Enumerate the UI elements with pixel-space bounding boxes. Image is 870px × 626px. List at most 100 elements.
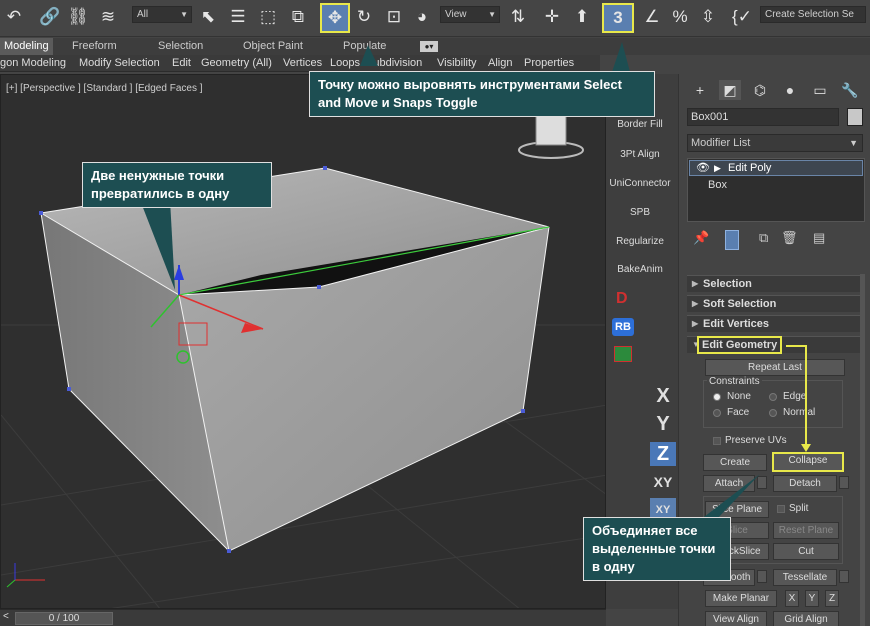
ribbon-options-icon[interactable]: ●▾ bbox=[420, 41, 438, 52]
snaps-toggle-icon[interactable]: 3 bbox=[602, 3, 634, 33]
spb-button[interactable]: SPB bbox=[606, 207, 674, 218]
eye-icon[interactable]: 👁 bbox=[696, 161, 710, 175]
modifier-list-dropdown[interactable]: Modifier List ▼ bbox=[687, 134, 863, 152]
reference-coord-dropdown[interactable]: View ▼ bbox=[440, 6, 500, 23]
constraint-normal-radio[interactable] bbox=[769, 409, 777, 417]
grid-align-button[interactable]: Grid Align bbox=[773, 611, 839, 626]
stack-item-edit-poly[interactable]: 👁 ▶ Edit Poly bbox=[689, 160, 863, 176]
select-icon[interactable]: ⬉ bbox=[196, 5, 220, 29]
tessellate-button[interactable]: Tessellate bbox=[773, 569, 837, 586]
link-icon[interactable]: 🔗 bbox=[38, 5, 62, 29]
panel-modify-selection[interactable]: Modify Selection bbox=[79, 57, 160, 69]
display-tab-icon[interactable]: ▭ bbox=[809, 80, 831, 100]
view-align-button[interactable]: View Align bbox=[705, 611, 767, 626]
repeat-last-button[interactable]: Repeat Last bbox=[705, 359, 845, 376]
axis-y-button[interactable]: Y bbox=[650, 412, 676, 436]
panel-align[interactable]: Align bbox=[488, 57, 512, 69]
rollout-selection[interactable]: ▶ Selection bbox=[687, 275, 865, 292]
viewport-label[interactable]: [+] [Perspective ] [Standard ] [Edged Fa… bbox=[6, 83, 203, 94]
time-slider[interactable]: 0 / 100 bbox=[15, 612, 113, 625]
bind-spacewarp-icon[interactable]: ≋ bbox=[96, 5, 120, 29]
rotate-icon[interactable]: ↻ bbox=[352, 5, 376, 29]
reset-plane-button[interactable]: Reset Plane bbox=[773, 522, 839, 539]
panel-polygon-modeling[interactable]: gon Modeling bbox=[0, 57, 66, 69]
pin-stack-icon[interactable]: 📌 bbox=[693, 230, 709, 246]
placement-icon[interactable]: ◕ bbox=[410, 5, 434, 29]
panel-edit[interactable]: Edit bbox=[172, 57, 191, 69]
split-checkbox[interactable] bbox=[777, 505, 785, 513]
create-tab-icon[interactable]: + bbox=[689, 80, 711, 100]
bakeanim-button[interactable]: BakeAnim bbox=[606, 264, 674, 275]
undo-icon[interactable]: ↶ bbox=[2, 5, 26, 29]
axis-xy-button[interactable]: XY bbox=[650, 470, 676, 494]
slice-plane-button[interactable]: Slice Plane bbox=[705, 501, 769, 518]
unlink-icon[interactable]: ⛓ bbox=[66, 5, 90, 29]
viewcube-icon[interactable] bbox=[518, 114, 584, 159]
attach-settings-icon[interactable] bbox=[757, 476, 767, 489]
axis-x-button[interactable]: X bbox=[650, 384, 676, 408]
constraint-edge-radio[interactable] bbox=[769, 393, 777, 401]
window-crossing-icon[interactable]: ⧉ bbox=[286, 5, 310, 29]
tab-modeling[interactable]: Modeling bbox=[0, 38, 53, 55]
constraint-none-radio[interactable] bbox=[713, 393, 721, 401]
named-selection-set-dropdown[interactable]: Create Selection Se bbox=[760, 6, 866, 23]
tab-object-paint[interactable]: Object Paint bbox=[243, 40, 303, 52]
remove-modifier-icon[interactable]: 🗑 bbox=[781, 230, 798, 246]
angle-snap-icon[interactable]: ∠ bbox=[640, 5, 664, 29]
panel-subdivision[interactable]: Subdivision bbox=[366, 57, 422, 69]
rollout-edit-vertices[interactable]: ▶ Edit Vertices bbox=[687, 315, 865, 332]
rect-selection-icon[interactable]: ⬚ bbox=[256, 5, 280, 29]
rollout-soft-selection[interactable]: ▶ Soft Selection bbox=[687, 295, 865, 312]
3pt-align-button[interactable]: 3Pt Align bbox=[606, 149, 674, 160]
detach-settings-icon[interactable] bbox=[839, 476, 849, 489]
constraint-face-radio[interactable] bbox=[713, 409, 721, 417]
utilities-tab-icon[interactable]: 🔧 bbox=[839, 80, 861, 100]
scale-icon[interactable]: ⊡ bbox=[382, 5, 406, 29]
spinner-snap-icon[interactable]: ⇳ bbox=[696, 5, 720, 29]
object-color-swatch[interactable] bbox=[847, 108, 863, 126]
planar-y-button[interactable]: Y bbox=[805, 590, 819, 607]
rollout-edit-geometry[interactable]: ▼ Edit Geometry bbox=[687, 336, 865, 354]
motion-tab-icon[interactable]: ● bbox=[779, 80, 801, 100]
cut-button[interactable]: Cut bbox=[773, 543, 839, 560]
panel-properties[interactable]: Properties bbox=[524, 57, 574, 69]
planar-z-button[interactable]: Z bbox=[825, 590, 839, 607]
modify-tab-icon[interactable]: ◩ bbox=[719, 80, 741, 100]
preserve-uvs-checkbox[interactable] bbox=[713, 437, 721, 445]
axis-z-button[interactable]: Z bbox=[650, 442, 676, 466]
make-planar-button[interactable]: Make Planar bbox=[705, 590, 777, 607]
make-unique-icon[interactable]: ⧉ bbox=[759, 230, 768, 246]
tab-populate[interactable]: Populate bbox=[343, 40, 386, 52]
planar-x-button[interactable]: X bbox=[785, 590, 799, 607]
stack-item-box[interactable]: Box bbox=[708, 179, 727, 191]
tab-selection[interactable]: Selection bbox=[158, 40, 203, 52]
plugin-icon[interactable] bbox=[614, 346, 632, 362]
perspective-viewport[interactable]: [+] [Perspective ] [Standard ] [Edged Fa… bbox=[0, 74, 606, 609]
edit-named-sets-icon[interactable]: {✓ bbox=[730, 5, 754, 29]
timeline-left-icon[interactable]: < bbox=[3, 611, 9, 622]
attach-button[interactable]: Attach bbox=[703, 475, 755, 492]
rb-plugin-icon[interactable]: RB bbox=[612, 318, 634, 336]
create-button[interactable]: Create bbox=[703, 454, 767, 471]
tessellate-settings-icon[interactable] bbox=[839, 570, 849, 583]
select-and-move-icon[interactable]: ✥ bbox=[320, 3, 350, 33]
command-panel-scrollbar[interactable] bbox=[860, 274, 865, 626]
selection-filter-dropdown[interactable]: All ▼ bbox=[132, 6, 192, 23]
panel-geometry-all[interactable]: Geometry (All) bbox=[201, 57, 272, 69]
expand-icon[interactable]: ▶ bbox=[714, 161, 721, 175]
use-pivot-icon[interactable]: ⇅ bbox=[506, 5, 530, 29]
keyboard-shortcut-icon[interactable]: ⬆ bbox=[570, 5, 594, 29]
border-fill-button[interactable]: Border Fill bbox=[606, 119, 674, 130]
select-manipulate-icon[interactable]: ✛ bbox=[540, 5, 564, 29]
panel-visibility[interactable]: Visibility bbox=[437, 57, 477, 69]
hierarchy-tab-icon[interactable]: ⌬ bbox=[749, 80, 771, 100]
percent-snap-icon[interactable]: % bbox=[668, 5, 692, 29]
show-end-result-icon[interactable] bbox=[725, 230, 739, 250]
d-plugin-icon[interactable]: D bbox=[616, 290, 628, 308]
msmooth-settings-icon[interactable] bbox=[757, 570, 767, 583]
configure-sets-icon[interactable]: ▤ bbox=[813, 230, 825, 246]
detach-button[interactable]: Detach bbox=[773, 475, 837, 492]
regularize-button[interactable]: Regularize bbox=[606, 236, 674, 247]
object-name-field[interactable]: Box001 bbox=[687, 108, 839, 126]
tab-freeform[interactable]: Freeform bbox=[72, 40, 117, 52]
